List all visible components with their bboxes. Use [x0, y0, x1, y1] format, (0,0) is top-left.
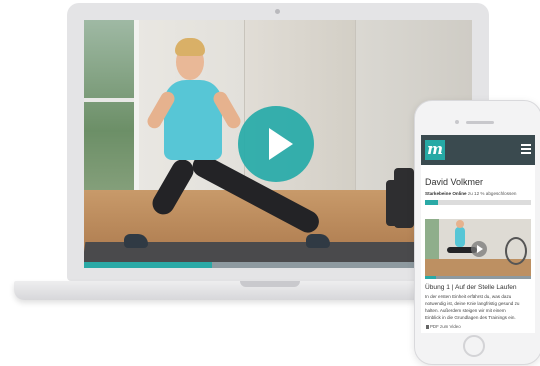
lesson-description: In der ersten Einheit erfährst du, was d… [425, 293, 533, 321]
phone-speaker [466, 121, 494, 124]
lesson-description-line: halten. Außerdem steigen wir mit einem [425, 308, 506, 313]
video-background-window [84, 20, 139, 205]
video-background-window [425, 219, 439, 261]
pdf-link-label: PDF zum Video [430, 324, 461, 329]
document-icon [426, 324, 429, 329]
exercise-bike [505, 237, 527, 265]
athlete-shoe [306, 234, 330, 248]
phone-home-button[interactable] [463, 335, 485, 357]
lesson-description-line: notwendig ist, deine Knie langfristig ge… [425, 301, 520, 306]
video-progress-fill [84, 262, 213, 268]
lesson-video-thumbnail[interactable] [425, 219, 531, 279]
athlete-hair [175, 38, 205, 56]
lesson-description-line: In der ersten Einheit erfährst du, was d… [425, 294, 512, 299]
video-window-frame [84, 98, 134, 102]
athlete-head [456, 220, 464, 228]
lesson-title: Übung 1 | Auf der Stelle Laufen [425, 284, 517, 291]
laptop-notch [240, 281, 300, 287]
foam-roller [394, 168, 414, 228]
play-button[interactable] [238, 106, 314, 182]
lesson-video-progress-fill [425, 276, 436, 279]
play-icon[interactable] [471, 241, 487, 257]
laptop-camera [275, 9, 280, 14]
lesson-video-progress-bar[interactable] [425, 276, 531, 279]
course-progress-fill [425, 200, 438, 205]
athlete-torso [164, 80, 222, 160]
course-status: Starkebeine Online zu 12 % abgeschlossen [425, 191, 516, 196]
brand-logo[interactable]: m [425, 140, 445, 160]
app-header: m [421, 135, 535, 165]
pdf-download-link[interactable]: PDF zum Video [426, 324, 461, 329]
course-name: Starkebeine Online [425, 191, 467, 196]
lesson-description-line: Einblick in die Grundlagen des Trainings… [425, 315, 516, 320]
mobile-screen: m David Volkmer Starkebeine Online zu 12… [421, 135, 535, 333]
phone-camera [455, 120, 459, 124]
play-icon [269, 128, 293, 160]
user-name: David Volkmer [425, 177, 484, 187]
course-status-text: zu 12 % abgeschlossen [467, 191, 517, 196]
athlete-torso [455, 227, 465, 247]
hamburger-menu-icon[interactable] [521, 144, 531, 155]
athlete-shoe [124, 234, 148, 248]
course-progress-bar [425, 200, 531, 205]
